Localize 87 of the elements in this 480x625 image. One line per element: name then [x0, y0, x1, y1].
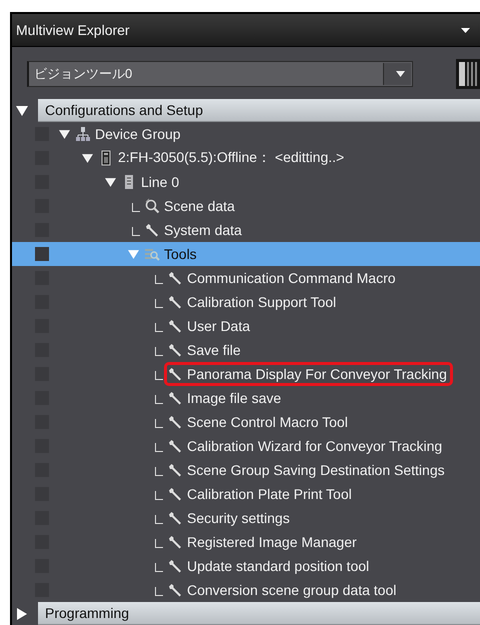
tree-row[interactable]: Calibration Support Tool [12, 290, 480, 314]
tree-row[interactable]: Calibration Wizard for Conveyor Tracking [12, 434, 480, 458]
wrench-icon [167, 270, 183, 286]
section-header[interactable]: Programming [38, 602, 480, 625]
branch-line-icon [132, 202, 140, 212]
network-icon [75, 126, 91, 142]
tree-row[interactable]: Tools [12, 242, 480, 266]
collapse-arrow-icon[interactable] [104, 176, 116, 188]
branch-line-icon [155, 274, 163, 284]
item-label: Registered Image Manager [187, 534, 357, 550]
item-label: System data [164, 222, 242, 238]
tree-row[interactable]: Device Group [12, 122, 480, 146]
wrench-icon [167, 558, 183, 574]
row-marker [35, 247, 49, 261]
branch-line-icon [155, 538, 163, 548]
wrench-icon [167, 294, 183, 310]
wrench-icon [167, 366, 183, 382]
item-label: Scene Group Saving Destination Settings [187, 462, 445, 478]
branch-line-icon [155, 586, 163, 596]
item-label: Image file save [187, 390, 282, 406]
item-label: Device Group [95, 126, 181, 142]
item-label: User Data [187, 318, 250, 334]
wrench-icon [167, 582, 183, 598]
wrench-icon [167, 486, 183, 502]
dropdown-arrow-icon[interactable] [396, 71, 404, 77]
branch-line-icon [155, 514, 163, 524]
tree-row[interactable]: System data [12, 218, 480, 242]
branch-line-icon [155, 298, 163, 308]
item-label: Save file [187, 342, 241, 358]
tree-row[interactable]: Security settings [12, 506, 480, 530]
tree-row[interactable]: Scene Group Saving Destination Settings [12, 458, 480, 482]
item-label: Scene Control Macro Tool [187, 414, 348, 430]
tree-row[interactable]: Communication Command Macro [12, 266, 480, 290]
wrench-icon [167, 342, 183, 358]
tree-row[interactable]: Save file [12, 338, 480, 362]
branch-line-icon [155, 322, 163, 332]
wrench-icon [167, 438, 183, 454]
tree-row[interactable]: Scene data [12, 194, 480, 218]
item-label: Security settings [187, 510, 290, 526]
branch-line-icon [155, 370, 163, 380]
wrench-icon [167, 318, 183, 334]
wrench-icon [144, 222, 160, 238]
branch-line-icon [155, 490, 163, 500]
branch-line-icon [155, 562, 163, 572]
item-label: Update standard position tool [187, 558, 370, 574]
tree-row[interactable]: Update standard position tool [12, 554, 480, 578]
magnifier-icon [144, 198, 160, 214]
wrench-icon [167, 510, 183, 526]
tree-row[interactable]: 2:FH-3050(5.5):Offline： <editting..> [12, 146, 480, 170]
item-label: Communication Command Macro [187, 270, 396, 286]
item-label: Calibration Plate Print Tool [187, 486, 352, 502]
item-label: Conversion scene group data tool [187, 582, 396, 598]
tree-row[interactable]: Scene Control Macro Tool [12, 410, 480, 434]
collapse-arrow-icon[interactable] [16, 104, 28, 116]
item-label: Tools [164, 246, 197, 262]
wrench-icon [167, 414, 183, 430]
device-icon[interactable] [456, 59, 480, 89]
item-label: Calibration Support Tool [187, 294, 336, 310]
item-label: 2:FH-3050(5.5):Offline： <editting..> [118, 149, 344, 167]
device-select[interactable]: ビジョンツール0 [27, 61, 413, 87]
collapse-arrow-icon[interactable] [58, 128, 70, 140]
branch-line-icon [155, 466, 163, 476]
expand-arrow-icon[interactable] [16, 608, 28, 620]
section-header[interactable]: Configurations and Setup [38, 99, 480, 122]
wrench-icon [167, 462, 183, 478]
tree-row[interactable]: User Data [12, 314, 480, 338]
item-label: Line 0 [141, 174, 180, 190]
collapse-arrow-icon[interactable] [82, 152, 92, 164]
branch-line-icon [155, 346, 163, 356]
tree-row[interactable]: Conversion scene group data tool [12, 578, 480, 602]
dropdown-icon[interactable] [461, 28, 470, 32]
tree-row[interactable]: Panorama Display For Conveyor Tracking [12, 362, 480, 386]
branch-line-icon [155, 442, 163, 452]
panel-title: Multiview Explorer [16, 22, 130, 38]
item-label: Scene data [164, 198, 235, 214]
tools-icon [144, 246, 160, 262]
tree-row[interactable]: Registered Image Manager [12, 530, 480, 554]
branch-line-icon [132, 226, 140, 236]
item-label: Calibration Wizard for Conveyor Tracking [187, 438, 442, 454]
tree-row[interactable]: Calibration Plate Print Tool [12, 482, 480, 506]
tree-row[interactable]: Line 0 [12, 170, 480, 194]
branch-line-icon [155, 418, 163, 428]
item-label: Panorama Display For Conveyor Tracking [187, 366, 447, 382]
wrench-icon [167, 390, 183, 406]
wrench-icon [167, 534, 183, 550]
branch-line-icon [155, 394, 163, 404]
tree-row[interactable]: Image file save [12, 386, 480, 410]
